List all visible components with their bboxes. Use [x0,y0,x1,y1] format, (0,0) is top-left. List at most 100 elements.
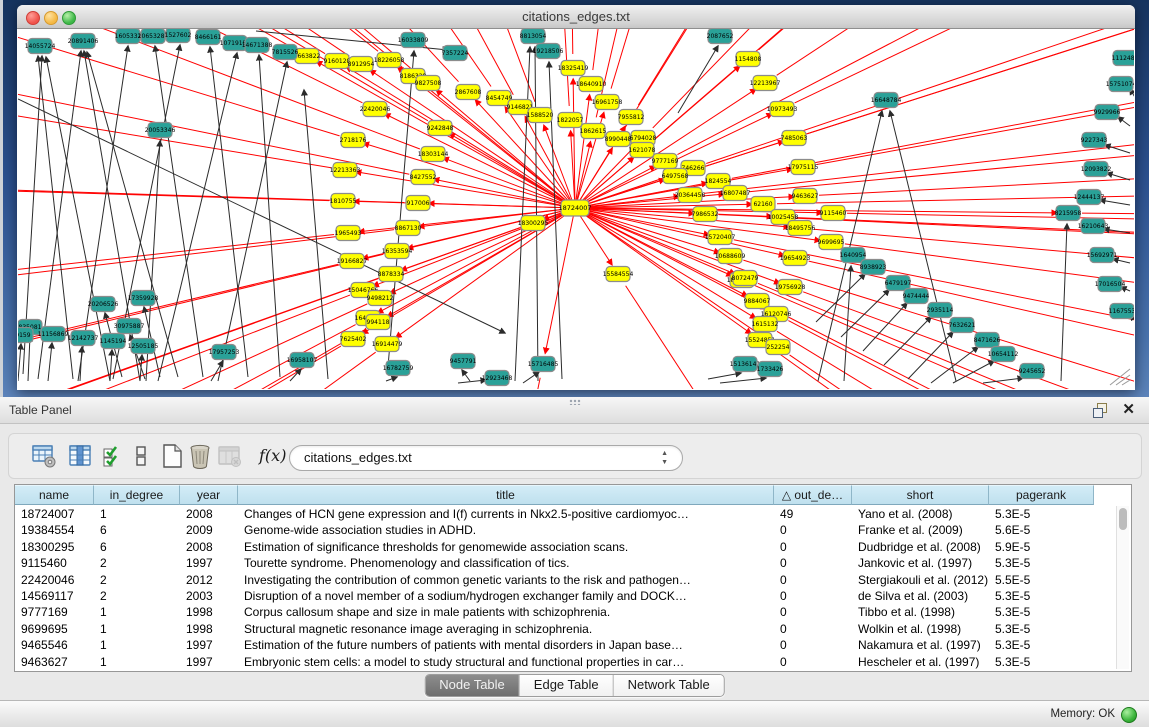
graph-node[interactable]: 1822057 [557,113,584,128]
black-edge[interactable] [462,370,470,381]
table-row[interactable]: 2242004622012Investigating the contribut… [15,572,1094,588]
red-edge[interactable] [777,29,1134,75]
graph-node[interactable]: 1621078 [629,143,656,158]
graph-node[interactable]: 1862615 [580,124,607,139]
graph-node[interactable]: 1112484 [1112,51,1134,66]
graph-node[interactable]: 1154808 [735,52,762,67]
table-row[interactable]: 911546021997Tourette syndrome. Phenomeno… [15,555,1094,571]
black-edge[interactable] [535,47,538,381]
graph-node[interactable]: 1615132 [752,317,779,332]
black-edge[interactable] [863,303,907,351]
black-edge[interactable] [720,378,766,383]
black-edge[interactable] [1100,200,1130,205]
graph-node[interactable]: 12093822 [1081,162,1112,177]
graph-node[interactable]: 8813054 [520,29,547,44]
column-header-title[interactable]: title [238,485,774,505]
graph-node[interactable]: 917006 [406,196,430,211]
red-edge[interactable] [575,208,1057,213]
black-edge[interactable] [304,90,328,379]
graph-node[interactable]: 1965493 [335,226,362,241]
graph-node[interactable]: 10973493 [767,102,798,117]
black-edge[interactable] [1113,259,1130,263]
graph-node[interactable]: 2935114 [927,303,954,318]
graph-node[interactable]: 8466161 [195,30,222,45]
graph-node[interactable]: 16914479 [372,337,403,352]
red-edge[interactable] [18,29,409,174]
graph-node[interactable]: 18300295 [518,216,549,231]
graph-node[interactable]: 16210643 [1078,219,1109,234]
red-edge[interactable] [593,29,690,70]
resize-grip-icon[interactable] [1122,380,1130,385]
new-document-icon[interactable] [159,443,185,469]
network-window-titlebar[interactable]: citations_edges.txt [17,5,1135,29]
table-row[interactable]: 969969511998Structural magnetic resonanc… [15,621,1094,637]
graph-node[interactable]: 9245652 [1019,364,1046,379]
black-edge[interactable] [158,53,237,381]
row-pair-icon[interactable] [133,443,149,469]
red-edge[interactable] [625,29,1051,127]
graph-node[interactable]: 8427552 [410,170,437,185]
graph-node[interactable]: 8938923 [860,260,887,275]
graph-node[interactable]: 12213363 [330,163,361,178]
graph-node[interactable]: 19218506 [533,44,564,59]
red-edge[interactable] [18,264,338,389]
black-edge[interactable] [48,343,52,381]
column-header-name[interactable]: name [15,485,94,505]
graph-node[interactable]: 14055724 [25,39,56,54]
graph-node[interactable]: 8072479 [732,271,759,286]
column-header-pagerank[interactable]: pagerank [989,485,1094,505]
graph-node[interactable]: 30975887 [114,319,145,334]
black-edge[interactable] [1107,173,1130,180]
table-row[interactable]: 977716911998Corpus callosum shape and si… [15,604,1094,620]
graph-node[interactable]: 9227343 [1081,133,1108,148]
select-checklist-icon[interactable] [101,443,127,469]
black-edge[interactable] [210,47,248,377]
graph-node[interactable]: 18303144 [418,147,449,162]
column-header-out_de[interactable]: △ out_de… [774,485,852,505]
graph-node[interactable]: 12923468 [482,371,513,386]
red-edge[interactable] [704,107,1134,194]
black-edge[interactable] [1061,224,1067,381]
graph-node[interactable]: 7815526 [272,45,299,60]
graph-node[interactable]: 6497568 [662,169,689,184]
graph-node[interactable]: 1167553 [1109,304,1134,319]
graph-node[interactable]: 22420046 [360,102,391,117]
graph-node[interactable]: 15584554 [603,267,634,282]
graph-node[interactable]: 9498212 [367,291,394,306]
black-edge[interactable] [18,344,21,381]
trash-icon[interactable] [187,443,213,469]
red-edge[interactable] [449,134,575,208]
black-edge[interactable] [708,373,741,379]
graph-node[interactable]: 9463627 [792,189,819,204]
show-column-icon[interactable] [67,443,93,469]
graph-node[interactable]: 7357224 [442,46,469,61]
red-edge[interactable] [807,29,1134,134]
graph-node[interactable]: 9929966 [1094,105,1121,120]
table-row[interactable]: 1938455462009Genome-wide association stu… [15,522,1094,538]
table-row[interactable]: 1872400712008Changes of HCN gene express… [15,506,1094,522]
graph-node[interactable]: 7485063 [781,131,808,146]
graph-node[interactable]: 7632621 [949,318,976,333]
graph-node[interactable]: 20891406 [68,34,99,49]
red-edge[interactable] [795,29,1134,103]
column-header-year[interactable]: year [180,485,238,505]
black-edge[interactable] [523,372,539,383]
graph-node[interactable]: 16958107 [287,353,318,368]
tab-network-table[interactable]: Network Table [614,675,724,696]
red-edge[interactable] [394,378,540,389]
black-edge[interactable] [890,111,956,381]
red-edge[interactable] [758,283,1134,389]
graph-node[interactable]: 14671388 [242,38,273,53]
red-edge[interactable] [18,181,329,201]
graph-node[interactable]: 1810755 [330,194,357,209]
red-edge[interactable] [596,29,780,117]
graph-node[interactable]: 11156869 [38,327,69,342]
graph-node[interactable]: 18226058 [374,53,405,68]
graph-node[interactable]: 19756928 [775,280,806,295]
column-header-short[interactable]: short [852,485,989,505]
graph-node[interactable]: 17359928 [128,291,159,306]
graph-node[interactable]: 10654112 [988,347,1019,362]
graph-node[interactable]: 8867130 [395,221,422,236]
graph-node[interactable]: 9160128 [324,54,351,69]
graph-node[interactable]: 9242848 [427,121,454,136]
